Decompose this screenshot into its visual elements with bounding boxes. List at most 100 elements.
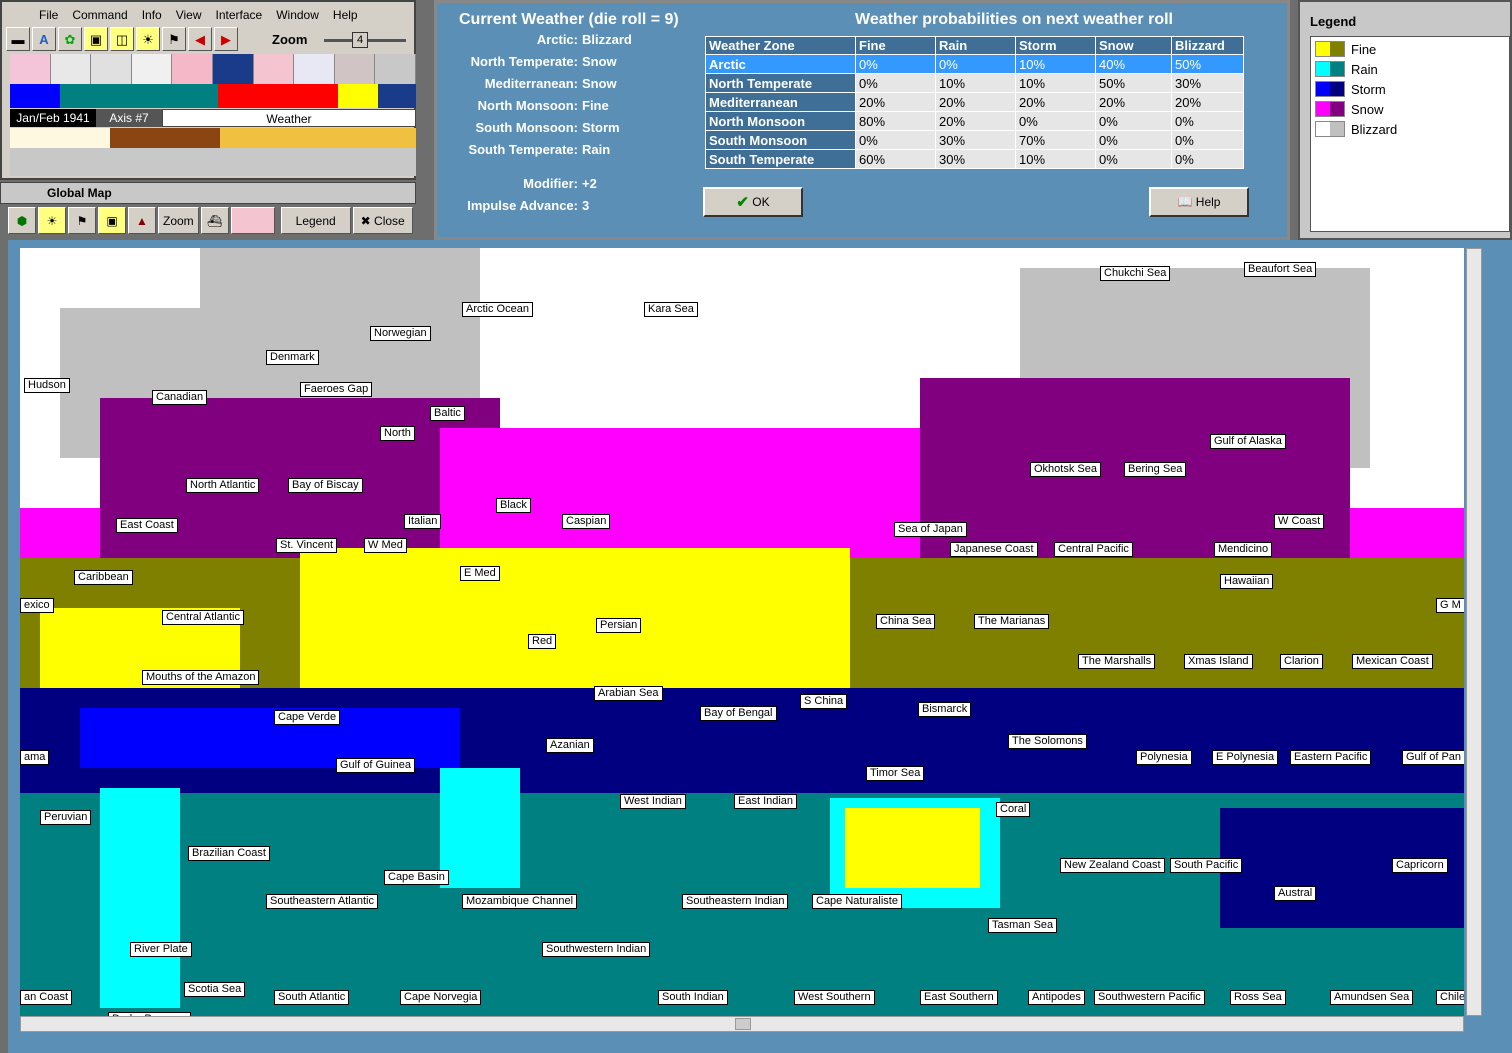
flag-icon[interactable]: ⚑: [68, 207, 96, 234]
sea-zone-label[interactable]: Bering Sea: [1124, 462, 1187, 477]
sea-zone-label[interactable]: Cape Verde: [274, 710, 341, 725]
sea-zone-label[interactable]: Chile: [1436, 990, 1464, 1005]
sea-zone-label[interactable]: ama: [20, 750, 50, 765]
ship-icon[interactable]: ⛴: [200, 207, 229, 234]
sea-zone-label[interactable]: New Zealand Coast: [1060, 858, 1165, 873]
sea-zone-label[interactable]: Black: [496, 498, 531, 513]
table-row[interactable]: Arctic 0% 0% 10% 40% 50%: [705, 54, 1244, 74]
sea-zone-label[interactable]: Sea of Japan: [894, 522, 967, 537]
help-button[interactable]: 📖 Help: [1149, 187, 1249, 217]
sea-zone-label[interactable]: Cape Basin: [384, 870, 449, 885]
sea-zone-label[interactable]: Mouths of the Amazon: [142, 670, 260, 685]
sea-zone-label[interactable]: West Indian: [620, 794, 686, 809]
sea-zone-label[interactable]: China Sea: [876, 614, 936, 629]
sea-zone-label[interactable]: Mexican Coast: [1352, 654, 1433, 669]
flag-icon[interactable]: [91, 54, 132, 84]
sea-zone-label[interactable]: an Coast: [20, 990, 73, 1005]
flag-icon[interactable]: [375, 54, 416, 84]
menu-info[interactable]: Info: [135, 6, 169, 24]
zoom-slider-knob[interactable]: 4: [352, 32, 368, 48]
sea-zone-label[interactable]: Tasman Sea: [988, 918, 1058, 933]
sea-zone-label[interactable]: Coral: [996, 802, 1031, 817]
table-row[interactable]: South Temperate 60% 30% 10% 0% 0%: [705, 149, 1244, 169]
sea-zone-label[interactable]: East Indian: [734, 794, 798, 809]
sea-zone-label[interactable]: exico: [20, 598, 54, 613]
sea-zone-label[interactable]: Caribbean: [74, 570, 133, 585]
sea-zone-label[interactable]: Southwestern Pacific: [1094, 990, 1205, 1005]
sea-zone-label[interactable]: Beaufort Sea: [1244, 262, 1317, 277]
sea-zone-label[interactable]: South Indian: [658, 990, 728, 1005]
sea-zone-label[interactable]: Kara Sea: [644, 302, 698, 317]
sea-zone-label[interactable]: Timor Sea: [866, 766, 925, 781]
weather-icon[interactable]: ☀: [38, 207, 66, 234]
uk-flag-icon[interactable]: [212, 54, 254, 84]
arrow-left-icon[interactable]: ◀: [188, 27, 212, 51]
menu-file[interactable]: File: [32, 6, 65, 24]
sea-zone-label[interactable]: Faeroes Gap: [300, 382, 373, 397]
sea-zone-label[interactable]: Cape Naturaliste: [812, 894, 902, 909]
naval-icon[interactable]: ✿: [58, 27, 82, 51]
sea-zone-label[interactable]: South Pacific: [1170, 858, 1243, 873]
sea-zone-label[interactable]: Southwestern Indian: [542, 942, 651, 957]
sea-zone-label[interactable]: The Solomons: [1008, 734, 1087, 749]
sea-zone-label[interactable]: East Southern: [920, 990, 998, 1005]
menu-command[interactable]: Command: [65, 6, 134, 24]
sea-zone-label[interactable]: Norwegian: [370, 326, 431, 341]
sea-zone-label[interactable]: Baltic: [430, 406, 465, 421]
supply-icon[interactable]: ◫: [110, 27, 134, 51]
sea-zone-label[interactable]: River Plate: [130, 942, 192, 957]
flag-icon[interactable]: ⚑: [162, 27, 186, 51]
scroll-thumb[interactable]: [735, 1018, 751, 1030]
sea-zone-label[interactable]: Capricorn: [1392, 858, 1448, 873]
sea-zone-label[interactable]: St. Vincent: [276, 538, 337, 553]
us-flag-icon[interactable]: [294, 54, 335, 84]
sea-zone-label[interactable]: Hudson: [24, 378, 70, 393]
land-icon[interactable]: ▣: [84, 27, 108, 51]
sea-zone-label[interactable]: Red: [528, 634, 557, 649]
sea-zone-label[interactable]: North Atlantic: [186, 478, 260, 493]
close-button[interactable]: ✖ Close: [352, 207, 413, 234]
sea-zone-label[interactable]: Caspian: [562, 514, 611, 529]
sea-zone-label[interactable]: Southeastern Atlantic: [266, 894, 378, 909]
sea-zone-label[interactable]: Central Pacific: [1054, 542, 1133, 557]
sea-zone-label[interactable]: Peruvian: [40, 810, 92, 825]
sea-zone-label[interactable]: Gulf of Pan: [1402, 750, 1464, 765]
sea-zone-label[interactable]: Ross Sea: [1230, 990, 1286, 1005]
flag-icon[interactable]: [334, 54, 376, 84]
sea-zone-label[interactable]: Amundsen Sea: [1330, 990, 1414, 1005]
sea-zone-label[interactable]: Bay of Biscay: [288, 478, 363, 493]
sea-zone-label[interactable]: South Atlantic: [274, 990, 350, 1005]
menu-view[interactable]: View: [169, 6, 209, 24]
sea-zone-label[interactable]: Gulf of Guinea: [336, 758, 415, 773]
sea-zone-label[interactable]: E Med: [460, 566, 500, 581]
vertical-scrollbar[interactable]: [1466, 248, 1482, 1016]
sea-zone-label[interactable]: Bismarck: [918, 702, 972, 717]
horizontal-scrollbar[interactable]: [20, 1016, 1464, 1032]
flag-icon[interactable]: [172, 54, 213, 84]
sea-zone-label[interactable]: W Coast: [1274, 514, 1325, 529]
sea-zone-label[interactable]: The Marshalls: [1078, 654, 1156, 669]
flag-icon[interactable]: [253, 54, 295, 84]
sea-zone-label[interactable]: S China: [800, 694, 848, 709]
sea-zone-label[interactable]: Canadian: [152, 390, 208, 405]
sea-zone-label[interactable]: North: [380, 426, 415, 441]
sea-zone-label[interactable]: Hawaiian: [1220, 574, 1274, 589]
table-row[interactable]: South Monsoon 0% 30% 70% 0% 0%: [705, 130, 1244, 150]
sea-zone-label[interactable]: Clarion: [1280, 654, 1323, 669]
menu-interface[interactable]: Interface: [209, 6, 270, 24]
sea-zone-label[interactable]: The Marianas: [974, 614, 1050, 629]
flag-icon[interactable]: [10, 54, 51, 84]
sea-zone-label[interactable]: Mozambique Channel: [462, 894, 578, 909]
zoom-slider[interactable]: 4: [324, 32, 406, 48]
zoom-button[interactable]: Zoom: [158, 207, 199, 234]
sea-zone-label[interactable]: Chukchi Sea: [1100, 266, 1171, 281]
sea-zone-label[interactable]: Brazilian Coast: [188, 846, 270, 861]
factory-icon[interactable]: ▲: [128, 207, 156, 234]
sea-zone-label[interactable]: Mendicino: [1214, 542, 1273, 557]
sea-zone-label[interactable]: Antipodes: [1028, 990, 1085, 1005]
sea-zone-label[interactable]: Arctic Ocean: [462, 302, 533, 317]
sea-zone-label[interactable]: Denmark: [266, 350, 319, 365]
ok-button[interactable]: ✔ OK: [703, 187, 803, 217]
taiwan-flag-icon[interactable]: [230, 207, 275, 234]
sea-zone-label[interactable]: Xmas Island: [1184, 654, 1253, 669]
